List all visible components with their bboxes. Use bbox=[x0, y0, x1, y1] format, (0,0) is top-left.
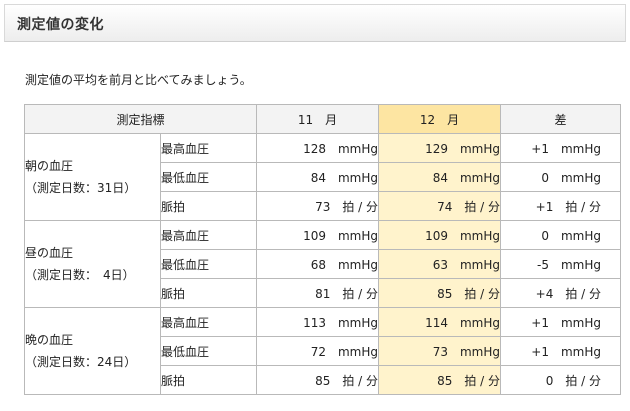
current-month-value: 84 mmHg bbox=[378, 162, 502, 192]
current-month-value: 85 拍 / 分 bbox=[378, 278, 502, 308]
prev-month-value: 84 mmHg bbox=[256, 162, 380, 192]
current-month-value: 109 mmHg bbox=[378, 220, 502, 250]
metric-label: 最低血圧 bbox=[159, 249, 258, 279]
group-name: 朝の血圧 bbox=[25, 159, 74, 173]
prev-month-value: 113 mmHg bbox=[256, 307, 380, 337]
diff-value: 0 mmHg bbox=[500, 220, 622, 250]
group-days: （測定日数：24日） bbox=[25, 355, 137, 369]
diff-value: 0 mmHg bbox=[500, 162, 622, 192]
metric-label: 脈拍 bbox=[159, 278, 258, 308]
section-title: 測定値の変化 bbox=[17, 17, 104, 33]
metric-label: 脈拍 bbox=[159, 365, 258, 395]
diff-value: -5 mmHg bbox=[500, 249, 622, 279]
diff-value: +1 拍 / 分 bbox=[500, 191, 622, 221]
table-body: 朝の血圧 （測定日数：31日） 最高血圧 128 mmHg 129 mmHg +1 mmH… bbox=[24, 133, 622, 395]
group-name: 昼の血圧 bbox=[25, 246, 74, 260]
table-row: 昼の血圧 （測定日数： 4日） 最高血圧 109 mmHg 109 mmHg 0 mmHg bbox=[24, 220, 622, 308]
metric-label: 脈拍 bbox=[159, 191, 258, 221]
current-month-value: 85 拍 / 分 bbox=[378, 365, 502, 395]
prev-month-value: 72 mmHg bbox=[256, 336, 380, 366]
table-header-row: 測定指標 11 月 12 月 差 bbox=[23, 104, 622, 134]
table-row: 朝の血圧 （測定日数：31日） 最高血圧 128 mmHg 129 mmHg +1 mmH… bbox=[24, 133, 622, 221]
metric-label: 最高血圧 bbox=[159, 133, 258, 163]
current-month-value: 74 拍 / 分 bbox=[378, 191, 502, 221]
group-cell: 昼の血圧 （測定日数： 4日） bbox=[24, 220, 161, 308]
prev-month-value: 81 拍 / 分 bbox=[256, 278, 380, 308]
metric-label: 最低血圧 bbox=[159, 336, 258, 366]
prev-month-value: 85 拍 / 分 bbox=[256, 365, 380, 395]
prev-month-value: 109 mmHg bbox=[256, 220, 380, 250]
current-month-value: 129 mmHg bbox=[378, 133, 502, 163]
column-header-indicator: 測定指標 bbox=[23, 104, 258, 134]
group-cell: 朝の血圧 （測定日数：31日） bbox=[24, 133, 161, 221]
intro-text: 測定値の平均を前月と比べてみましょう。 bbox=[25, 73, 252, 87]
section-header: 測定値の変化 bbox=[4, 4, 626, 42]
metric-label: 最高血圧 bbox=[159, 220, 258, 250]
diff-value: +1 mmHg bbox=[500, 336, 622, 366]
prev-month-value: 73 拍 / 分 bbox=[256, 191, 380, 221]
column-header-current-month: 12 月 bbox=[378, 104, 502, 134]
group-name: 晩の血圧 bbox=[25, 333, 74, 347]
diff-value: +1 mmHg bbox=[500, 133, 622, 163]
prev-month-value: 68 mmHg bbox=[256, 249, 380, 279]
group-cell: 晩の血圧 （測定日数：24日） bbox=[24, 307, 161, 395]
group-days: （測定日数： 4日） bbox=[25, 268, 135, 282]
measurement-table: 測定指標 11 月 12 月 差 朝の血圧 （測定日数：31日） 最高血圧 128 m… bbox=[23, 104, 622, 395]
prev-month-value: 128 mmHg bbox=[256, 133, 380, 163]
diff-value: +4 拍 / 分 bbox=[500, 278, 622, 308]
table-row: 晩の血圧 （測定日数：24日） 最高血圧 113 mmHg 114 mmHg +1 mmH… bbox=[24, 307, 622, 395]
metric-label: 最低血圧 bbox=[159, 162, 258, 192]
diff-value: +1 mmHg bbox=[500, 307, 622, 337]
current-month-value: 73 mmHg bbox=[378, 336, 502, 366]
column-header-prev-month: 11 月 bbox=[256, 104, 380, 134]
diff-value: 0 拍 / 分 bbox=[500, 365, 622, 395]
current-month-value: 114 mmHg bbox=[378, 307, 502, 337]
current-month-value: 63 mmHg bbox=[378, 249, 502, 279]
metric-label: 最高血圧 bbox=[159, 307, 258, 337]
group-days: （測定日数：31日） bbox=[25, 181, 137, 195]
column-header-diff: 差 bbox=[500, 104, 622, 134]
